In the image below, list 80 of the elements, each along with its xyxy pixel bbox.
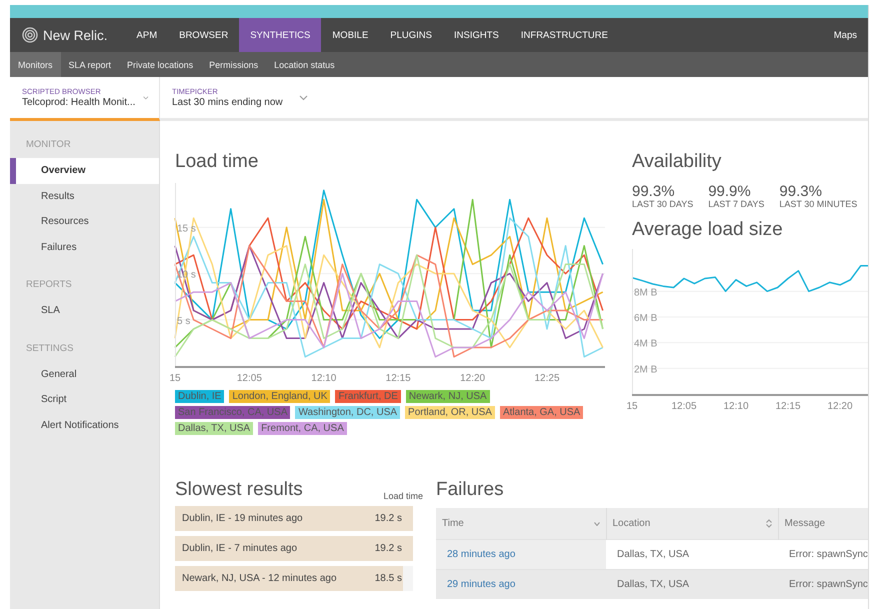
sidebar-item[interactable]: SLA — [10, 298, 159, 324]
result-label: Dublin, IE - 19 minutes ago — [182, 513, 303, 524]
timepicker-value: Last 30 mins ending now — [172, 97, 283, 108]
availability-value: 99.9% — [708, 184, 752, 199]
x-axis-label: 12:10 — [311, 373, 336, 384]
result-label: Newark, NJ, USA - 12 minutes ago — [182, 573, 337, 584]
legend-item[interactable]: Dublin, IE — [175, 390, 224, 403]
availability-period: LAST 30 DAYS — [632, 199, 694, 209]
x-axis-label: 12:20 — [827, 401, 853, 412]
section-title: Availability — [632, 151, 722, 173]
sidebar-item[interactable]: Results — [10, 184, 159, 209]
brand-name: New Relic. — [43, 28, 108, 42]
availability-period: LAST 30 MINUTES — [779, 199, 858, 209]
sub-nav-tab[interactable]: Monitors — [10, 52, 61, 77]
sidebar-section-title: SETTINGS — [25, 342, 75, 356]
legend-item[interactable]: Dallas, TX, USA — [175, 422, 254, 435]
table-cell: Dallas, TX, USA — [606, 570, 778, 599]
x-axis-label: 15 — [169, 373, 181, 384]
y-axis-label: 8M B — [634, 287, 658, 298]
x-axis-label: 12:20 — [460, 373, 486, 384]
x-axis-label: 12:15 — [386, 373, 411, 384]
nav-tab[interactable]: PLUGINS — [379, 18, 444, 52]
x-axis-label: 12:05 — [236, 373, 262, 384]
sidebar-section-title: MONITOR — [25, 139, 72, 152]
legend-item[interactable]: London, England, UK — [229, 390, 330, 403]
result-value: 19.2 s — [374, 543, 402, 554]
x-axis-label: 12:05 — [671, 401, 697, 412]
time-link[interactable]: 28 minutes ago — [447, 549, 516, 560]
x-axis-label: 12:15 — [775, 401, 801, 412]
y-axis-label: 2M B — [634, 364, 658, 376]
sub-nav-tab[interactable]: Location status — [266, 52, 343, 77]
legend-item[interactable]: Portland, OR, USA — [405, 406, 495, 419]
sidebar-section-title: REPORTS — [25, 279, 73, 292]
column-header[interactable]: Time — [436, 508, 606, 540]
table-cell: Error: spawnSync — [778, 570, 868, 599]
sidebar-item[interactable]: Script — [10, 387, 159, 412]
nav-tab[interactable]: MOBILE — [321, 18, 380, 52]
section-title: Slowest results — [175, 479, 303, 501]
sub-nav-tab[interactable]: SLA report — [60, 52, 120, 77]
result-label: Dublin, IE - 7 minutes ago — [182, 543, 298, 554]
nav-tab[interactable]: APM — [126, 18, 168, 52]
nav-tab[interactable]: INSIGHTS — [443, 18, 510, 52]
nav-tab[interactable]: SYNTHETICS — [239, 18, 322, 52]
legend-item[interactable]: Washington, DC, USA — [295, 406, 400, 419]
result-bar-track[interactable]: Newark, NJ, USA - 12 minutes ago 18.5 s — [175, 566, 413, 591]
legend-item[interactable]: Fremont, CA, USA — [258, 422, 347, 435]
sidebar-item[interactable]: Resources — [10, 209, 159, 234]
time-link[interactable]: 29 minutes ago — [447, 579, 516, 590]
x-axis-label: 15 — [626, 401, 638, 412]
result-value: 19.2 s — [374, 513, 402, 524]
selector-value: Telcoprod: Health Monit... — [22, 97, 136, 108]
maps-link[interactable]: Maps — [822, 18, 868, 52]
result-value: 18.5 s — [374, 573, 402, 584]
sidebar-item[interactable]: Overview — [10, 158, 159, 184]
legend-item[interactable]: Newark, NJ, USA — [406, 390, 490, 403]
x-axis-label: 12:10 — [723, 401, 749, 412]
sub-nav-tab[interactable]: Permissions — [201, 52, 266, 77]
availability-value: 99.3% — [632, 184, 676, 199]
availability-value: 99.3% — [779, 184, 823, 199]
sidebar-item[interactable]: General — [10, 362, 159, 387]
availability-period: LAST 7 DAYS — [708, 199, 764, 209]
column-header[interactable]: Location — [606, 508, 778, 540]
section-title: Failures — [436, 479, 505, 501]
column-header[interactable]: Message — [778, 508, 868, 540]
section-title: Load time — [175, 151, 260, 173]
column-label: Load time — [383, 491, 423, 501]
section-title: Average load size — [632, 219, 784, 241]
sidebar-item[interactable]: Failures — [10, 234, 159, 260]
sidebar-item[interactable]: Alert Notifications — [10, 412, 159, 438]
legend-item[interactable]: Atlanta, GA, USA — [500, 406, 584, 419]
x-axis-label: 12:25 — [534, 373, 560, 384]
table-row[interactable]: 29 minutes ago Dallas, TX, USA Error: spawnSync — [436, 570, 868, 599]
y-axis-label: 4M B — [634, 338, 658, 350]
y-axis-label: 6M B — [634, 313, 658, 324]
nav-tab[interactable]: BROWSER — [168, 18, 240, 52]
sub-nav-tab[interactable]: Private locations — [119, 52, 202, 77]
result-bar-track[interactable]: Dublin, IE - 7 minutes ago 19.2 s — [175, 536, 413, 561]
nav-tab[interactable]: INFRASTRUCTURE — [510, 18, 619, 52]
y-axis-label: 10 s — [177, 270, 196, 281]
result-bar-track[interactable]: Dublin, IE - 19 minutes ago 19.2 s — [175, 506, 413, 531]
